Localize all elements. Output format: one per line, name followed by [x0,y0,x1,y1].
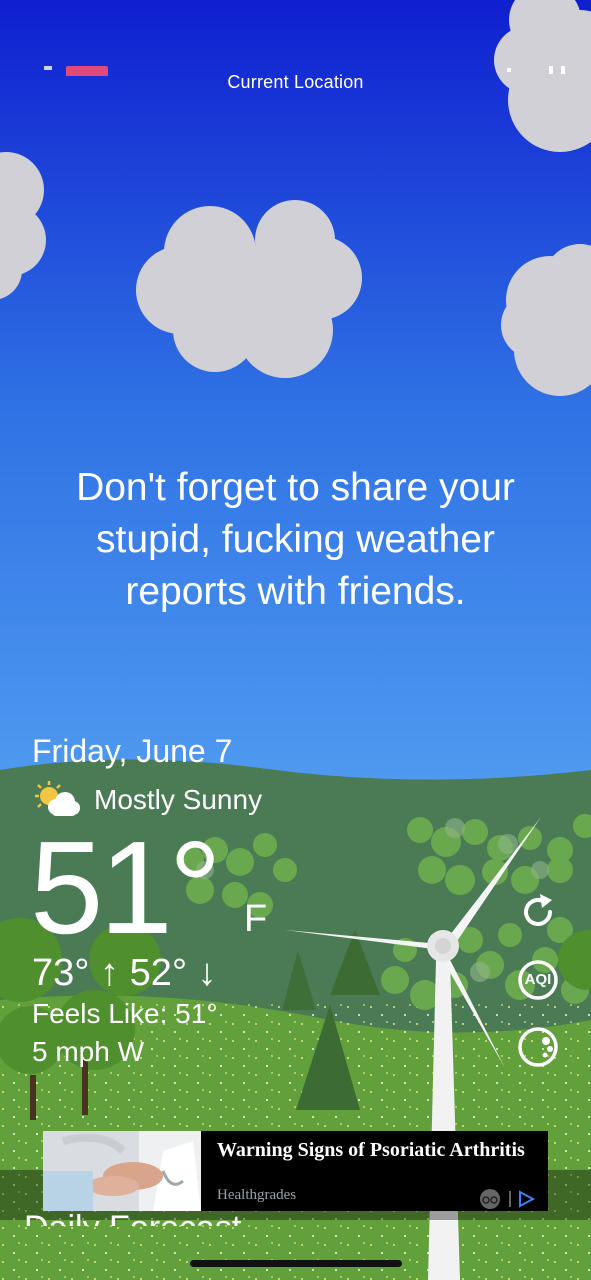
ad-title[interactable]: Warning Signs of Psoriatic Arthritis [217,1137,527,1163]
daily-forecast-title: Daily Forecast [24,1208,241,1226]
ad-image[interactable] [43,1131,201,1211]
wind-speed: 5 mph W [32,1036,145,1067]
radar-icon[interactable] [516,1025,560,1069]
condition-label: Mostly Sunny [94,784,263,815]
feels-like: Feels Like: 51° [32,998,218,1029]
current-temperature: 51° [30,814,222,961]
temperature-unit[interactable]: F [244,898,267,941]
settings-icon[interactable] [501,64,571,78]
top-bar: Current Location [0,60,591,104]
aqi-button[interactable]: AQI [516,958,560,1002]
weather-scene [0,0,591,1280]
hi-lo-temperature: 73° ↑ 52° ↓ [32,952,217,994]
refresh-icon[interactable] [516,890,560,934]
ad-banner[interactable]: Warning Signs of Psoriatic Arthritis Hea… [43,1131,548,1211]
adchoices-icon[interactable] [478,1187,542,1211]
aqi-label: AQI [524,971,552,988]
weather-tagline: Don't forget to share your stupid, fucki… [76,466,515,613]
current-date: Friday, June 7 [32,733,233,769]
home-indicator[interactable] [190,1260,402,1267]
ad-source: Healthgrades [217,1187,297,1203]
